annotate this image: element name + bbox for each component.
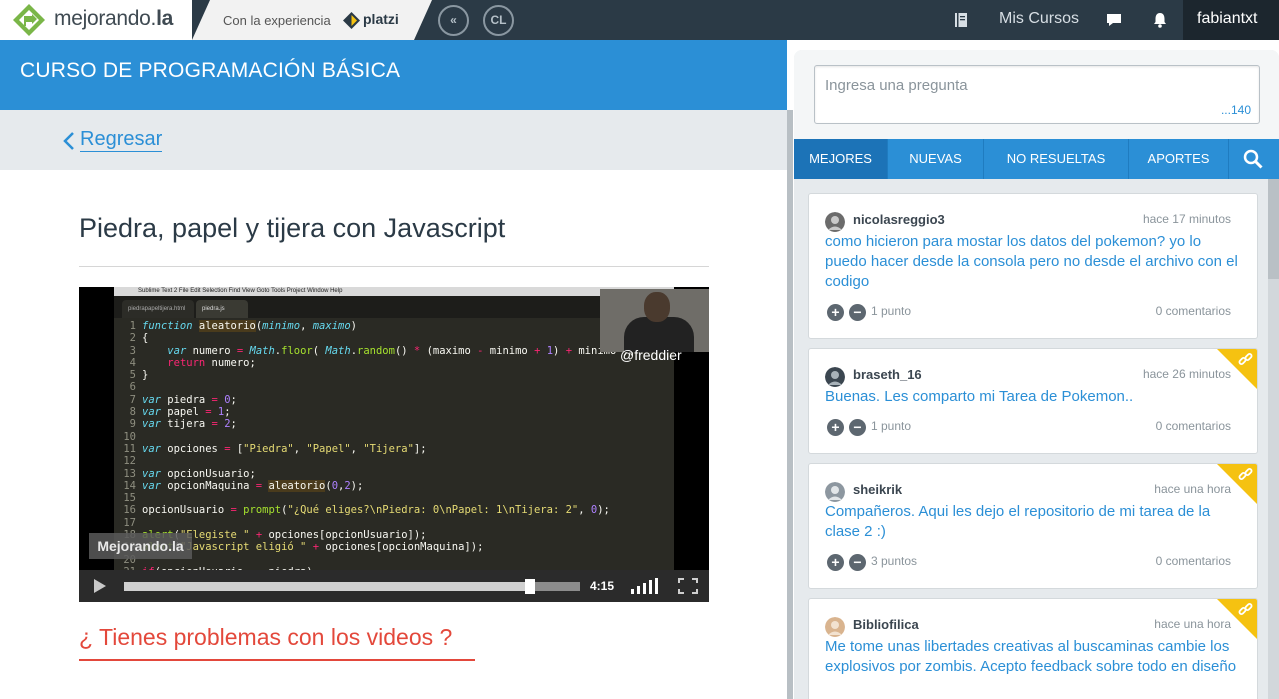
editor-tab-html: piedrapapeltijera.html — [122, 300, 194, 318]
back-link[interactable]: Regresar — [80, 128, 163, 152]
mejorando-logo-icon[interactable] — [12, 3, 46, 37]
mis-cursos-link[interactable]: Mis Cursos — [999, 10, 1079, 28]
search-icon[interactable] — [1243, 149, 1263, 169]
rewind-badge-icon[interactable]: « — [438, 5, 469, 36]
questions-panel: Ingresa una pregunta ...140 MEJORES NUEV… — [794, 50, 1279, 699]
cl-badge[interactable]: CL — [483, 5, 514, 36]
question-comments[interactable]: 0 comentarios — [1156, 419, 1231, 433]
question-comments[interactable]: 0 comentarios — [1156, 304, 1231, 318]
link-icon — [1238, 468, 1253, 480]
question-time: hace una hora — [1154, 482, 1231, 496]
left-scrollbar[interactable] — [787, 110, 793, 699]
link-icon — [1238, 353, 1253, 365]
presenter-handle: @freddier — [620, 347, 682, 363]
tab-mejores[interactable]: MEJORES — [794, 139, 888, 179]
chevron-left-icon[interactable] — [63, 131, 75, 151]
video-controls: 4:15 — [79, 570, 709, 602]
upvote-icon[interactable]: + — [827, 419, 844, 436]
username[interactable]: fabiantxt — [1197, 10, 1257, 28]
question-text[interactable]: Compañeros. Aqui les dejo el repositorio… — [825, 502, 1240, 542]
logo-text[interactable]: mejorando.la — [54, 7, 173, 31]
question-points: 1 punto — [871, 304, 912, 318]
question-card[interactable]: nicolasreggio3 hace 17 minutos como hici… — [808, 193, 1258, 339]
lesson-title: Piedra, papel y tijera con Javascript — [79, 213, 506, 243]
upvote-icon[interactable]: + — [827, 304, 844, 321]
question-user[interactable]: braseth_16 — [853, 367, 922, 382]
experience-text: Con la experiencia — [223, 13, 331, 28]
avatar[interactable] — [825, 617, 845, 637]
char-counter: ...140 — [1220, 103, 1251, 117]
question-card[interactable]: braseth_16 hace 26 minutos Buenas. Les c… — [808, 348, 1258, 454]
downvote-icon[interactable]: − — [849, 419, 866, 436]
video-frame: Sublime Text 2 File Edit Selection Find … — [114, 287, 709, 578]
tab-nuevas[interactable]: NUEVAS — [888, 139, 984, 179]
question-points: 3 puntos — [871, 554, 918, 568]
platzi-text: platzi — [363, 11, 399, 27]
upvote-icon[interactable]: + — [827, 554, 844, 571]
title-divider — [79, 266, 709, 267]
bell-icon[interactable] — [1151, 11, 1169, 29]
fullscreen-icon[interactable] — [678, 578, 698, 594]
video-problems-link[interactable]: ¿ Tienes problemas con los videos ? — [79, 624, 452, 651]
right-scrollbar-thumb[interactable] — [1268, 179, 1279, 279]
question-text[interactable]: Me tome unas libertades creativas al bus… — [825, 637, 1240, 677]
question-user[interactable]: Bibliofilica — [853, 617, 919, 632]
question-tabs: MEJORES NUEVAS NO RESUELTAS APORTES — [794, 139, 1279, 179]
downvote-icon[interactable]: − — [849, 554, 866, 571]
video-time: 4:15 — [590, 579, 615, 593]
question-user[interactable]: nicolasreggio3 — [853, 212, 945, 227]
platzi-logo-icon — [343, 12, 360, 29]
mac-menubar: Sublime Text 2 File Edit Selection Find … — [114, 287, 674, 296]
webcam-person-face — [644, 292, 670, 322]
tab-no-resueltas[interactable]: NO RESUELTAS — [984, 139, 1129, 179]
problems-underline — [79, 659, 475, 661]
video-progress-knob[interactable] — [524, 579, 535, 594]
question-time: hace 26 minutos — [1142, 367, 1231, 381]
avatar[interactable] — [825, 482, 845, 502]
link-icon — [1238, 603, 1253, 615]
book-icon[interactable] — [952, 11, 970, 29]
question-comments[interactable]: 0 comentarios — [1156, 554, 1231, 568]
question-input-placeholder: Ingresa una pregunta — [825, 77, 968, 94]
question-time: hace 17 minutos — [1142, 212, 1231, 226]
video-player[interactable]: Sublime Text 2 File Edit Selection Find … — [79, 287, 709, 602]
question-input[interactable]: Ingresa una pregunta ...140 — [814, 65, 1260, 124]
play-icon[interactable] — [91, 578, 107, 594]
question-card[interactable]: sheikrik hace una hora Compañeros. Aqui … — [808, 463, 1258, 589]
question-text[interactable]: Buenas. Les comparto mi Tarea de Pokemon… — [825, 387, 1240, 407]
code-view: 1 function aleatorio(minimo, maximo) 2{ 3… — [123, 320, 635, 578]
editor-tab-js: piedra.js — [196, 300, 248, 318]
question-points: 1 punto — [871, 419, 912, 433]
tab-aportes[interactable]: APORTES — [1129, 139, 1229, 179]
downvote-icon[interactable]: − — [849, 304, 866, 321]
question-time: hace una hora — [1154, 617, 1231, 631]
question-user[interactable]: sheikrik — [853, 482, 902, 497]
avatar[interactable] — [825, 367, 845, 387]
question-input-area: Ingresa una pregunta ...140 — [794, 50, 1279, 139]
video-progress-fill — [124, 582, 530, 591]
video-progress-bar[interactable] — [124, 579, 580, 594]
chat-bubble-icon[interactable] — [1105, 11, 1123, 29]
avatar[interactable] — [825, 212, 845, 232]
course-title: CURSO DE PROGRAMACIÓN BÁSICA — [20, 59, 401, 82]
volume-icon[interactable] — [630, 578, 660, 594]
question-text[interactable]: como hicieron para mostar los datos del … — [825, 232, 1240, 292]
video-watermark: Mejorando.la — [89, 533, 192, 559]
question-card[interactable]: Bibliofilica hace una hora Me tome unas … — [808, 598, 1258, 699]
